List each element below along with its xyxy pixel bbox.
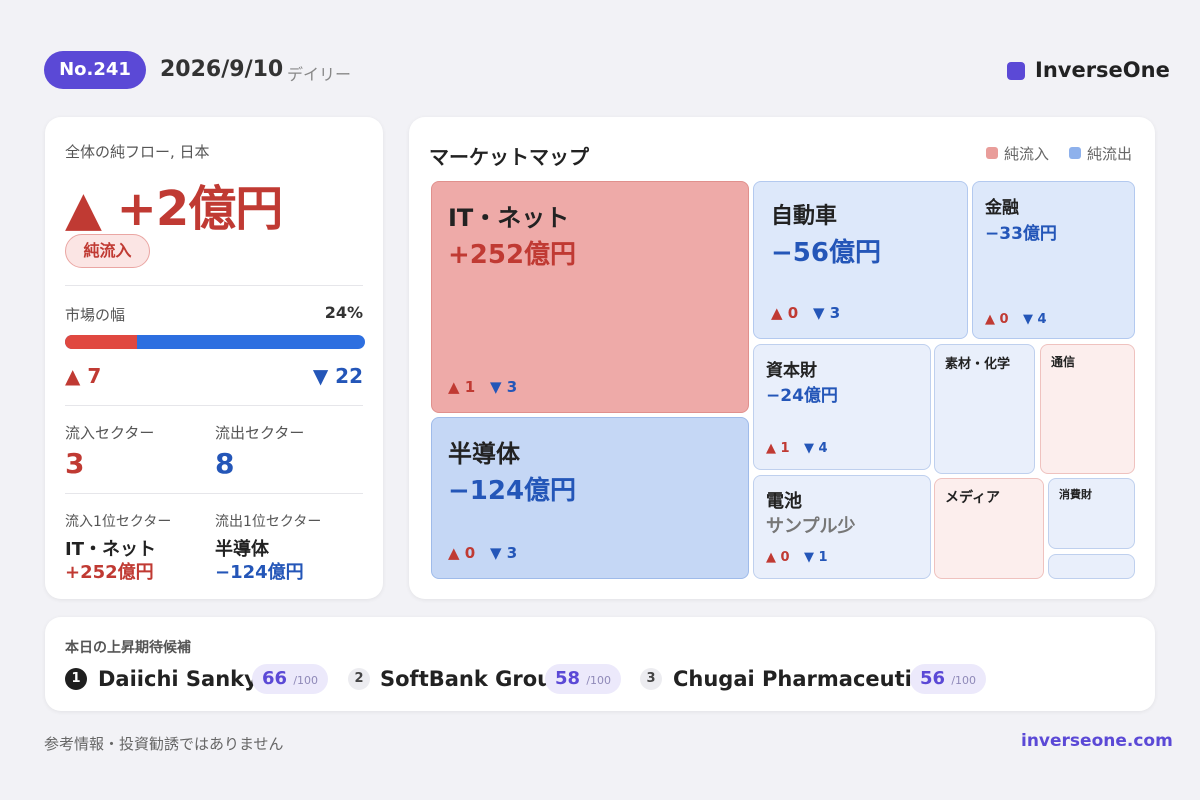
tile-finance[interactable]: 金融 −33億円 ▲ 0 ▼ 4	[972, 181, 1135, 339]
rank-badge: 3	[640, 668, 662, 690]
breadth-label: 市場の幅	[65, 306, 126, 324]
divider	[65, 285, 363, 286]
site-link[interactable]: inverseone.com	[1021, 731, 1173, 751]
pick-stock-name[interactable]: SoftBank Group	[380, 667, 567, 691]
tile-value: −56億円	[771, 238, 881, 268]
pick-stock-name[interactable]: Daiichi Sankyo	[98, 667, 272, 691]
pick-score-max: /100	[586, 674, 612, 687]
tile-value: +252億円	[448, 240, 577, 270]
rank-badge: 1	[65, 668, 87, 690]
advancers-count: ▲ 7	[65, 364, 102, 388]
tile-up-count: ▲ 1	[448, 378, 476, 396]
tile-name: 金融	[985, 198, 1019, 218]
pick-score-badge: 56 /100	[910, 664, 987, 694]
tile-it-net[interactable]: IT・ネット +252億円 ▲ 1 ▼ 3	[431, 181, 749, 413]
divider	[65, 493, 363, 494]
market-map-card: マーケットマップ 純流入 純流出 IT・ネット +252億円 ▲ 1 ▼ 3 半…	[409, 117, 1155, 599]
legend-outflow-label: 純流出	[1087, 145, 1133, 163]
tile-battery[interactable]: 電池 サンプル少 ▲ 0 ▼ 1	[753, 475, 931, 579]
tile-name: 自動車	[771, 204, 838, 229]
tile-name: 通信	[1051, 355, 1076, 369]
pick-score-badge: 58 /100	[545, 664, 622, 694]
rank-badge: 2	[348, 668, 370, 690]
net-flow-value: ▲ +2億円	[65, 181, 283, 237]
pick-score: 66	[262, 668, 288, 689]
pick-score-max: /100	[293, 674, 319, 687]
tile-name: 資本財	[766, 361, 817, 381]
breadth-bar	[65, 335, 365, 349]
breadth-bar-up-fill	[65, 335, 137, 349]
tile-unlabeled-sector[interactable]	[1048, 554, 1135, 579]
top-picks-card: 本日の上昇期待候補 1 Daiichi Sankyo 66 /100 2 Sof…	[45, 617, 1155, 711]
pick-stock-name[interactable]: Chugai Pharmaceutical	[673, 667, 946, 691]
overview-card: 全体の純フロー, 日本 ▲ +2億円 純流入 市場の幅 24% ▲ 7 ▼ 22…	[45, 117, 383, 599]
tile-media[interactable]: メディア	[934, 478, 1044, 579]
top-outflow-sector-value: −124億円	[215, 562, 304, 583]
top-outflow-label: 流出1位セクター	[215, 514, 322, 530]
legend-outflow-swatch	[1069, 147, 1081, 159]
decliners-count: ▼ 22	[312, 364, 363, 388]
legend-inflow-label: 純流入	[1004, 145, 1050, 163]
divider	[65, 405, 363, 406]
brand-name: InverseOne	[1035, 58, 1170, 82]
tile-name: IT・ネット	[448, 204, 570, 232]
tile-down-count: ▼ 4	[1023, 312, 1047, 327]
tile-down-count: ▼ 3	[490, 378, 518, 396]
tile-down-count: ▼ 3	[813, 304, 841, 322]
tile-consumer-goods[interactable]: 消費財	[1048, 478, 1135, 549]
tile-value: −33億円	[985, 224, 1057, 244]
top-inflow-sector-value: +252億円	[65, 562, 154, 583]
tile-name: 半導体	[448, 440, 520, 468]
tile-automobile[interactable]: 自動車 −56億円 ▲ 0 ▼ 3	[753, 181, 968, 339]
tile-value: サンプル少	[766, 516, 856, 537]
top-inflow-label: 流入1位セクター	[65, 514, 172, 530]
tile-down-count: ▼ 3	[490, 544, 518, 562]
net-inflow-status-badge: 純流入	[65, 234, 150, 268]
issue-number-badge: No.241	[44, 51, 146, 89]
pick-score: 58	[555, 668, 581, 689]
tile-name: 消費財	[1059, 488, 1092, 501]
market-map-title: マーケットマップ	[429, 145, 589, 169]
pick-score-max: /100	[951, 674, 977, 687]
tile-down-count: ▼ 4	[804, 441, 828, 456]
tile-value: −124億円	[448, 476, 577, 506]
tile-up-count: ▲ 0	[771, 304, 799, 322]
outflow-sectors-count: 8	[215, 447, 235, 480]
tile-name: 電池	[766, 491, 802, 512]
brand-logo-icon	[1007, 62, 1025, 80]
tile-up-count: ▲ 0	[448, 544, 476, 562]
top-picks-caption: 本日の上昇期待候補	[65, 640, 191, 656]
net-flow-caption: 全体の純フロー, 日本	[65, 143, 210, 161]
inflow-sectors-count: 3	[65, 447, 85, 480]
tile-up-count: ▲ 0	[985, 312, 1009, 327]
report-frequency: デイリー	[287, 65, 352, 84]
tile-value: −24億円	[766, 386, 838, 406]
tile-telecom[interactable]: 通信	[1040, 344, 1135, 474]
tile-down-count: ▼ 1	[804, 550, 828, 565]
inflow-sectors-label: 流入セクター	[65, 424, 155, 442]
breadth-percent: 24%	[324, 303, 363, 322]
tile-capital-goods[interactable]: 資本財 −24億円 ▲ 1 ▼ 4	[753, 344, 931, 470]
disclaimer: 参考情報・投資勧誘ではありません	[44, 735, 284, 753]
tile-semiconductor[interactable]: 半導体 −124億円 ▲ 0 ▼ 3	[431, 417, 749, 579]
outflow-sectors-label: 流出セクター	[215, 424, 305, 442]
tile-materials-chemicals[interactable]: 素材・化学	[934, 344, 1035, 474]
pick-score-badge: 66 /100	[252, 664, 329, 694]
report-date: 2026/9/10	[160, 57, 284, 82]
tile-up-count: ▲ 1	[766, 441, 790, 456]
pick-score: 56	[920, 668, 946, 689]
tile-name: 素材・化学	[945, 357, 1011, 372]
tile-up-count: ▲ 0	[766, 550, 790, 565]
tile-name: メディア	[945, 490, 1001, 506]
legend-inflow-swatch	[986, 147, 998, 159]
